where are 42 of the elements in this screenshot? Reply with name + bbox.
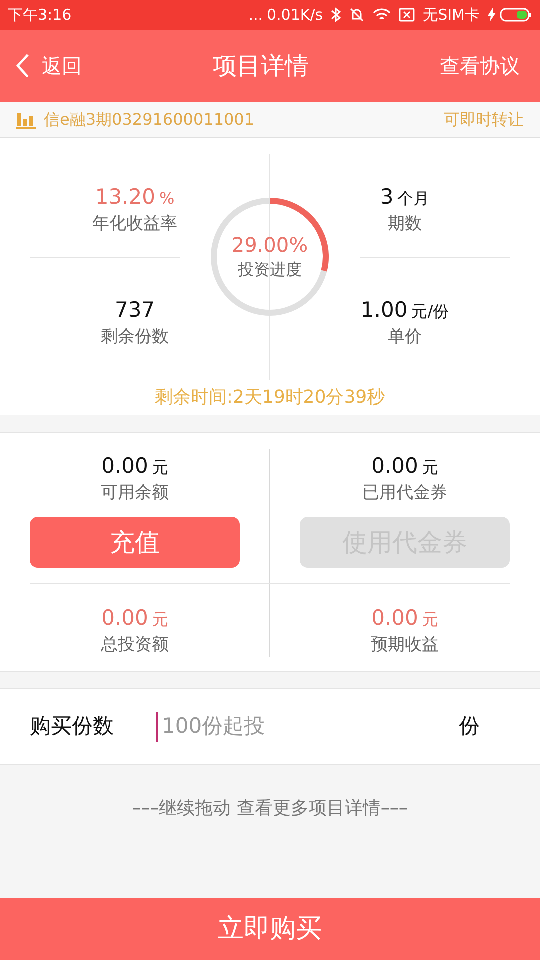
stat-value: 3 个月 — [380, 184, 430, 210]
stat-value: 0.00 元 — [102, 605, 168, 632]
quantity-label: 购买份数 — [30, 712, 115, 740]
stat-label: 预期收益 — [371, 634, 439, 658]
back-chevron-icon — [16, 53, 30, 79]
drag-hint: –––继续拖动 查看更多项目详情––– — [132, 797, 408, 821]
sim-icon — [399, 8, 416, 22]
transfer-tag: 可即时转让 — [444, 108, 524, 132]
recharge-button[interactable]: 充值 — [30, 516, 240, 568]
stat-value: 0.00 元 — [372, 605, 438, 632]
bluetooth-icon — [331, 7, 342, 23]
stat-label: 年化收益率 — [92, 212, 178, 236]
wifi-icon — [373, 8, 392, 22]
stat-value: 13.20 % — [95, 184, 175, 210]
buy-now-button[interactable]: 立即购买 — [0, 898, 540, 960]
stat-label: 剩余份数 — [101, 326, 169, 349]
bar-chart-icon — [16, 110, 36, 128]
view-agreement-link[interactable]: 查看协议 — [440, 51, 520, 81]
charging-icon — [488, 8, 496, 22]
countdown-text: 剩余时间:2天19时20分39秒 — [154, 386, 386, 410]
page-title: 项目详情 — [213, 52, 309, 80]
stat-label: 可用余额 — [101, 482, 169, 506]
stat-value: 1.00 元/份 — [360, 296, 450, 323]
quantity-input[interactable]: 100份起投 — [156, 712, 459, 742]
progress-percent: 29.00% — [232, 232, 308, 258]
stat-value: 0.00 元 — [372, 453, 438, 480]
sim-status: 无SIM卡 — [423, 4, 480, 26]
stat-value: 737 — [114, 296, 156, 323]
notification-dots: ... — [248, 4, 263, 26]
back-button[interactable]: 返回 — [16, 51, 82, 81]
progress-label: 投资进度 — [238, 258, 302, 280]
stat-label: 单价 — [388, 326, 422, 349]
muted-bell-icon — [349, 7, 366, 23]
quantity-unit: 份 — [459, 712, 480, 740]
clock-time: 下午3:16 — [8, 4, 72, 26]
product-name: 信e融3期03291600011001 — [44, 108, 255, 130]
stat-label: 总投资额 — [101, 634, 169, 658]
battery-icon — [500, 8, 532, 22]
stat-label: 期数 — [388, 212, 422, 236]
stat-value: 0.00 元 — [102, 453, 168, 480]
network-speed: 0.01K/s — [267, 4, 324, 26]
stat-label: 已用代金券 — [362, 482, 448, 506]
